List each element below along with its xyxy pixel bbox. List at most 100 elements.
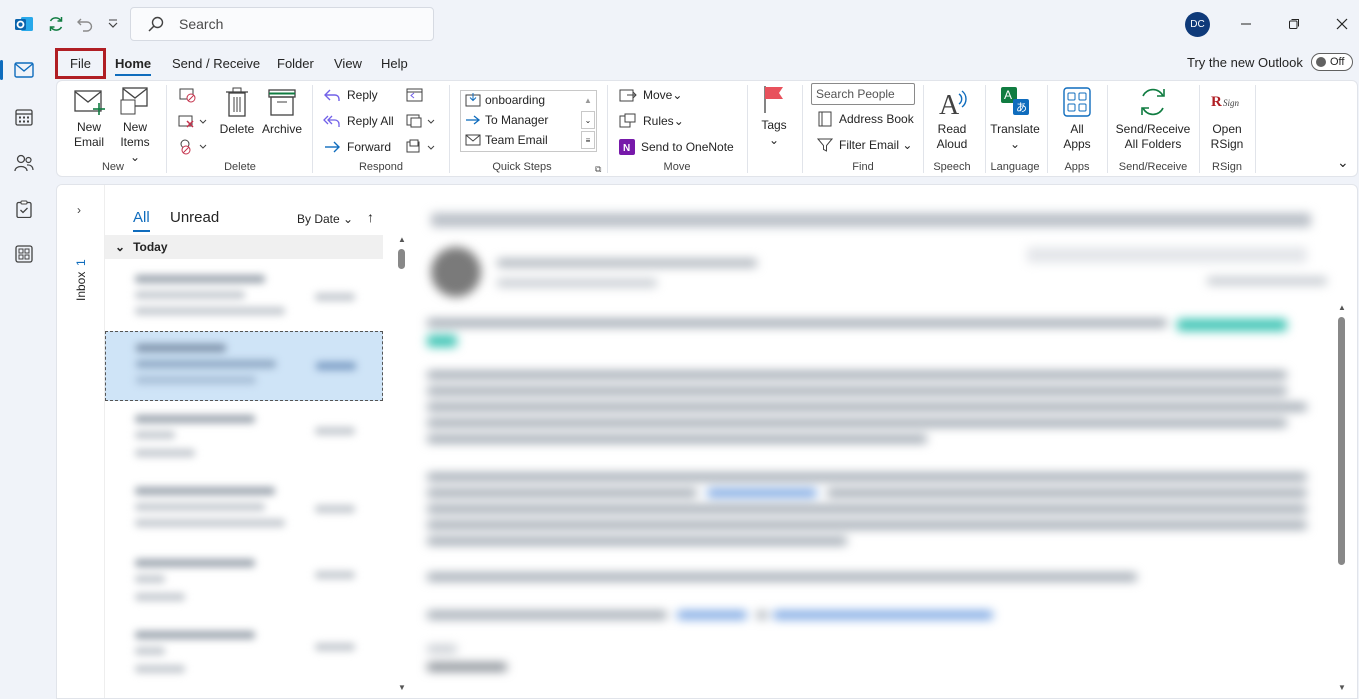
separator xyxy=(166,85,167,173)
new-email-button[interactable]: New Email xyxy=(71,86,107,150)
all-apps-button[interactable]: All Apps xyxy=(1057,86,1097,152)
new-email-label-1: New xyxy=(76,120,101,134)
separator xyxy=(923,85,924,173)
collapse-ribbon-icon[interactable]: ⌄ xyxy=(1337,155,1349,170)
quick-step-to-manager[interactable]: To Manager xyxy=(465,113,548,127)
move-button[interactable]: Move⌄ xyxy=(619,87,682,103)
translate-chevron-icon: ⌄ xyxy=(1009,137,1021,151)
main-panel: › Inbox 1 All Unread By Date ⌄ ↑ ⌄ Today xyxy=(56,184,1358,699)
filter-icon xyxy=(817,138,833,152)
address-book-icon xyxy=(818,111,832,127)
reading-pane-scrollbar[interactable]: ▲ ▼ xyxy=(1337,303,1347,698)
apps-icon[interactable] xyxy=(8,238,40,270)
delete-button[interactable]: Delete xyxy=(217,86,257,137)
rsign-logo-icon: R Sign xyxy=(1211,94,1240,110)
new-items-button[interactable]: New Items ⌄ xyxy=(115,86,155,165)
archive-button[interactable]: Archive xyxy=(261,86,303,137)
list-item[interactable] xyxy=(105,547,383,617)
maximize-icon[interactable] xyxy=(1284,14,1304,34)
list-item-selected[interactable] xyxy=(105,331,383,401)
open-rsign-button[interactable]: R Sign Open RSign xyxy=(1205,86,1249,152)
title-bar: Search DC xyxy=(0,0,1359,48)
inbox-label: Inbox xyxy=(74,271,88,301)
meeting-reply-button[interactable] xyxy=(405,87,425,107)
message-list: All Unread By Date ⌄ ↑ ⌄ Today xyxy=(105,185,395,698)
group-header-today[interactable]: ⌄ Today xyxy=(105,235,383,259)
all-apps-label-1: All xyxy=(1070,122,1084,136)
tags-button[interactable]: Tags ⌄ xyxy=(759,84,789,148)
people-icon[interactable] xyxy=(8,147,40,179)
send-to-onenote-button[interactable]: N Send to OneNote xyxy=(619,139,734,155)
expand-folder-pane-icon[interactable]: › xyxy=(77,203,81,217)
all-apps-icon xyxy=(1063,87,1091,117)
list-item[interactable] xyxy=(105,475,383,545)
sync-icon[interactable] xyxy=(45,13,67,35)
reply-button[interactable]: Reply xyxy=(323,87,378,103)
read-aloud-label-2: Aloud xyxy=(936,137,968,151)
filter-unread[interactable]: Unread xyxy=(170,209,219,226)
undo-icon[interactable] xyxy=(74,13,96,35)
filter-email-label: Filter Email ⌄ xyxy=(839,137,913,152)
junk-icon xyxy=(180,139,207,155)
send-receive-all-button[interactable]: Send/Receive All Folders xyxy=(1113,86,1193,152)
tab-view[interactable]: View xyxy=(334,56,362,71)
group-label-move: Move xyxy=(663,161,691,173)
inbox-unread-count: 1 xyxy=(74,258,88,266)
separator xyxy=(802,85,803,173)
list-item[interactable] xyxy=(105,403,383,473)
customize-toolbar-icon[interactable] xyxy=(102,13,124,35)
quick-step-onboarding[interactable]: onboarding xyxy=(465,93,545,107)
minimize-icon[interactable] xyxy=(1236,14,1256,34)
im-button[interactable] xyxy=(405,113,437,133)
inbox-folder-vertical[interactable]: Inbox 1 xyxy=(71,241,91,301)
quick-steps-scroll-up[interactable]: ▲ xyxy=(581,91,595,109)
quick-steps-launcher-icon[interactable]: ⧉ xyxy=(595,162,601,177)
new-email-label-2: Email xyxy=(73,135,104,149)
tab-folder[interactable]: Folder xyxy=(277,56,314,71)
tasks-icon[interactable] xyxy=(8,193,40,225)
reply-all-label: Reply All xyxy=(347,113,394,128)
forward-button[interactable]: Forward xyxy=(323,139,391,155)
ignore-icon xyxy=(179,88,196,103)
quick-step-team-email[interactable]: Team Email xyxy=(465,133,548,147)
separator xyxy=(607,85,608,173)
filter-all[interactable]: All xyxy=(133,209,150,232)
sort-by-date-button[interactable]: By Date ⌄ xyxy=(297,212,353,226)
calendar-icon[interactable] xyxy=(8,101,40,133)
search-people-input[interactable]: Search People xyxy=(811,83,915,105)
reading-pane xyxy=(417,185,1357,698)
clean-up-button[interactable] xyxy=(177,113,209,133)
avatar[interactable]: DC xyxy=(1185,12,1210,37)
quick-steps-expand[interactable]: ≡ xyxy=(581,131,595,149)
mail-icon[interactable] xyxy=(0,54,40,86)
address-book-button[interactable]: Address Book xyxy=(817,111,914,127)
junk-button[interactable] xyxy=(177,138,209,160)
tab-home[interactable]: Home xyxy=(115,56,152,76)
ignore-button[interactable] xyxy=(177,87,199,107)
file-tab-highlight xyxy=(55,48,106,79)
read-aloud-button[interactable]: A Read Aloud xyxy=(929,86,975,152)
list-item[interactable] xyxy=(105,619,383,689)
quick-steps-scroll-down[interactable]: ⌄ xyxy=(581,111,595,129)
clean-up-icon xyxy=(178,115,207,128)
sort-direction-icon[interactable]: ↑ xyxy=(367,209,374,225)
reply-icon xyxy=(324,89,340,101)
send-receive-label-2: All Folders xyxy=(1124,137,1182,151)
svg-text:あ: あ xyxy=(1016,101,1027,114)
rules-button[interactable]: Rules⌄ xyxy=(619,113,684,129)
group-label-delete: Delete xyxy=(224,161,256,173)
new-outlook-toggle[interactable]: Off xyxy=(1311,53,1353,71)
search-input[interactable]: Search xyxy=(130,7,434,41)
more-respond-button[interactable] xyxy=(405,139,437,159)
tab-send-receive[interactable]: Send / Receive xyxy=(172,56,260,71)
all-apps-label-2: Apps xyxy=(1063,137,1091,151)
list-item[interactable] xyxy=(105,263,383,333)
tab-help[interactable]: Help xyxy=(381,56,408,71)
delete-label: Delete xyxy=(219,122,255,136)
toggle-knob xyxy=(1316,57,1326,67)
close-icon[interactable] xyxy=(1332,14,1352,34)
message-list-scrollbar[interactable]: ▲ ▼ xyxy=(397,235,407,695)
reply-all-button[interactable]: Reply All xyxy=(323,113,394,129)
filter-email-button[interactable]: Filter Email ⌄ xyxy=(817,137,912,153)
translate-button[interactable]: Aあ Translate ⌄ xyxy=(989,86,1041,152)
